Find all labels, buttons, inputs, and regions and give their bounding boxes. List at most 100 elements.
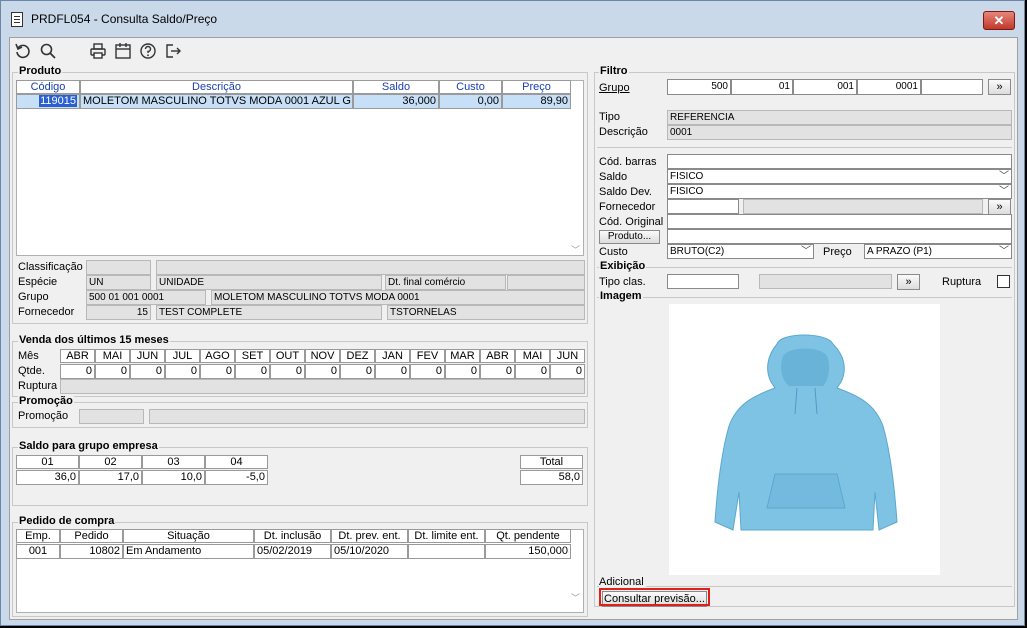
- filtro-grupo-3[interactable]: 001: [793, 79, 857, 95]
- promocao-title: Promoção: [18, 395, 74, 407]
- filtro-grupo-5[interactable]: [921, 79, 983, 95]
- venda-month-header: SET: [235, 349, 270, 363]
- saldo-grupo-cell: 36,0: [16, 470, 79, 485]
- pedido-cell[interactable]: [408, 544, 485, 559]
- hoodie-picture: [714, 334, 898, 531]
- header-codigo[interactable]: Código: [16, 80, 80, 94]
- venda-month-header: ABR: [60, 349, 95, 363]
- produto-preco-cell[interactable]: 89,90: [502, 94, 571, 109]
- promocao-label: Promoção: [18, 410, 69, 422]
- venda-month-header: FEV: [410, 349, 445, 363]
- chevron-down-icon: ﹀: [801, 246, 811, 257]
- cod-original-input[interactable]: [667, 214, 1012, 229]
- fornecedor-filter-name: [743, 199, 983, 214]
- especie-label: Espécie: [18, 276, 58, 288]
- pedido-cell[interactable]: 001: [16, 544, 60, 559]
- saldo-select[interactable]: FISICO ﹀: [667, 169, 1012, 184]
- ruptura-checkbox[interactable]: [997, 275, 1010, 288]
- filtro-grupo-4[interactable]: 0001: [857, 79, 921, 95]
- cod-barras-label: Cód. barras: [599, 156, 657, 168]
- preco-select[interactable]: A PRAZO (P1) ﹀: [864, 244, 1012, 259]
- chevron-down-icon: ﹀: [999, 246, 1009, 257]
- adicional-separator: [597, 586, 1012, 587]
- pedido-cell[interactable]: Em Andamento: [123, 544, 254, 559]
- produto-codigo-cell[interactable]: 119015: [16, 94, 80, 109]
- venda-qtde-cell: 0: [165, 364, 200, 379]
- search-icon[interactable]: [39, 42, 57, 60]
- produto-input[interactable]: [667, 229, 1012, 244]
- print-icon[interactable]: [89, 42, 107, 60]
- venda-month-header: JUL: [165, 349, 200, 363]
- produto-custo-cell[interactable]: 0,00: [439, 94, 502, 109]
- custo-select-value: BRUTO(C2): [670, 246, 725, 257]
- pedido-header[interactable]: Emp.: [16, 529, 60, 543]
- venda-qtde-cell: 0: [445, 364, 480, 379]
- filtro-grupo-more-button[interactable]: »: [988, 79, 1011, 95]
- pedido-title: Pedido de compra: [18, 515, 116, 527]
- venda-qtde-cell: 0: [375, 364, 410, 379]
- produto-saldo-cell[interactable]: 36,000: [353, 94, 439, 109]
- pedido-scroll-down-icon[interactable]: ﹀: [571, 591, 580, 604]
- document-icon: [11, 12, 23, 27]
- pedido-cell[interactable]: 05/02/2019: [254, 544, 331, 559]
- produto-button[interactable]: Produto...: [599, 230, 660, 244]
- cod-barras-input[interactable]: [667, 154, 1012, 169]
- exit-icon[interactable]: [164, 42, 182, 60]
- venda-month-header: MAI: [95, 349, 130, 363]
- window-title: PRDFL054 - Consulta Saldo/Preço: [31, 12, 218, 26]
- venda-qtde-cell: 0: [60, 364, 95, 379]
- close-button[interactable]: ✕: [983, 11, 1015, 30]
- saldo-grupo-cell: -5,0: [205, 470, 268, 485]
- venda-qtde-cell: 0: [95, 364, 130, 379]
- highlight-box: [599, 588, 710, 606]
- tipo-clas-more-button[interactable]: »: [897, 274, 920, 290]
- header-preco[interactable]: Preço: [502, 80, 571, 94]
- fornecedor-filter-input[interactable]: [667, 199, 739, 214]
- calendar-icon[interactable]: [114, 42, 132, 60]
- refresh-icon[interactable]: [14, 42, 32, 60]
- imagem-title: Imagem: [599, 290, 643, 302]
- venda-title: Venda dos últimos 15 meses: [18, 334, 170, 346]
- saldo-dev-label: Saldo Dev.: [599, 186, 652, 198]
- saldo-select-value: FISICO: [670, 171, 704, 182]
- filtro-grupo-label: Grupo: [599, 82, 630, 94]
- venda-month-header: MAR: [445, 349, 480, 363]
- imagem-separator: [597, 297, 1012, 298]
- promocao-code: [79, 409, 144, 424]
- help-icon[interactable]: [139, 42, 157, 60]
- produto-descricao-cell[interactable]: MOLETOM MASCULINO TOTVS MODA 0001 AZUL G: [80, 94, 353, 109]
- saldo-dev-select[interactable]: FISICO ﹀: [667, 184, 1012, 199]
- classificacao-code: [86, 260, 151, 275]
- header-custo[interactable]: Custo: [439, 80, 502, 94]
- dt-final-comercio-value: [507, 275, 585, 290]
- tipo-clas-input[interactable]: [667, 274, 739, 289]
- venda-month-header: ABR: [480, 349, 515, 363]
- grupo-desc: MOLETOM MASCULINO TOTVS MODA 0001: [211, 290, 585, 305]
- saldo-grupo-cell: 10,0: [142, 470, 205, 485]
- exibicao-separator: [597, 267, 1012, 268]
- grupo-label: Grupo: [18, 291, 49, 303]
- fornecedor-filter-label: Fornecedor: [599, 201, 656, 213]
- pedido-header[interactable]: Dt. limite ent.: [408, 529, 485, 543]
- pedido-header[interactable]: Dt. prev. ent.: [331, 529, 408, 543]
- pedido-cell[interactable]: 10802: [60, 544, 123, 559]
- total-label: Total: [520, 455, 583, 469]
- pedido-header[interactable]: Dt. inclusão: [254, 529, 331, 543]
- filtro-grupo-1[interactable]: 500: [667, 79, 731, 95]
- header-saldo[interactable]: Saldo: [353, 80, 439, 94]
- saldo-grupo-header: 02: [79, 455, 142, 469]
- pedido-cell[interactable]: 150,000: [485, 544, 571, 559]
- chevron-down-icon: ﹀: [999, 171, 1009, 182]
- fornecedor-more-button[interactable]: »: [988, 199, 1011, 215]
- venda-qtde-cell: 0: [270, 364, 305, 379]
- fornecedor-user: TSTORNELAS: [387, 305, 585, 320]
- custo-select[interactable]: BRUTO(C2) ﹀: [667, 244, 814, 259]
- filtro-grupo-2[interactable]: 01: [731, 79, 793, 95]
- pedido-cell[interactable]: 05/10/2020: [331, 544, 408, 559]
- pedido-header[interactable]: Qt. pendente: [485, 529, 571, 543]
- scroll-down-icon[interactable]: ﹀: [571, 243, 580, 256]
- pedido-header[interactable]: Situação: [123, 529, 254, 543]
- header-descricao[interactable]: Descrição: [80, 80, 353, 94]
- grupo-code: 500 01 001 0001: [86, 290, 206, 305]
- pedido-header[interactable]: Pedido: [60, 529, 123, 543]
